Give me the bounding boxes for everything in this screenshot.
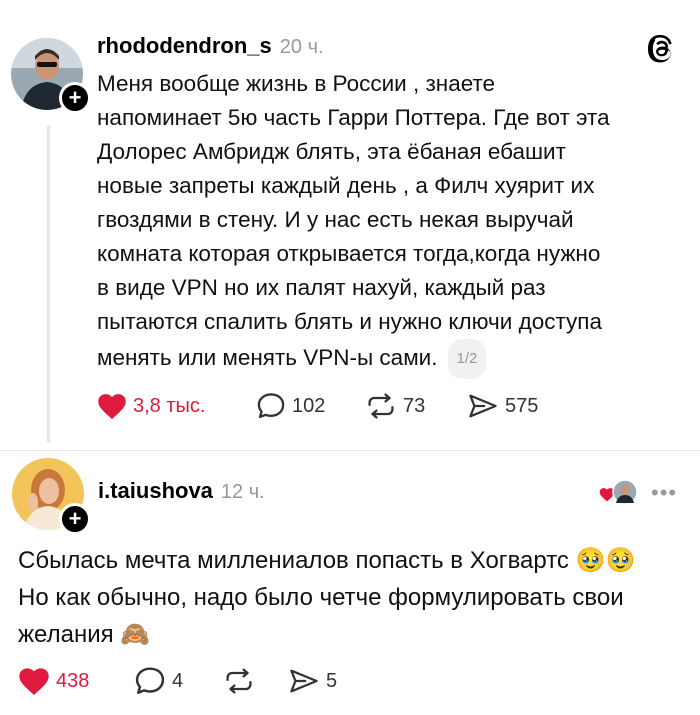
reply-header: i.taiushova 12 ч.	[98, 478, 265, 506]
reply-line: желания 🙈	[18, 621, 151, 648]
comment-icon	[257, 393, 285, 419]
thread-connector-line	[47, 125, 50, 443]
post-line: менять или менять VPN-ы сами.	[97, 345, 438, 370]
reply-line: Сбылась мечта миллениалов попасть в Хогв…	[18, 547, 636, 574]
post-line: комната которая открывается тогда,когда …	[97, 241, 601, 266]
post-username[interactable]: rhododendron_s	[97, 33, 272, 59]
reply-button[interactable]: 102	[256, 392, 325, 420]
follow-plus-icon[interactable]: +	[59, 503, 91, 535]
post-line: Меня вообще жизнь в России , знаете	[97, 71, 496, 96]
post-line: новые запреты каждый день , а Филч хуяри…	[97, 173, 595, 198]
like-count: 3,8 тыс.	[133, 394, 206, 417]
reply-repost-button[interactable]	[223, 666, 261, 696]
post-line-last: менять или менять VPN-ы сами. 1/2	[97, 339, 677, 379]
reply-time: 12 ч.	[220, 481, 265, 503]
post-actions: 3,8 тыс. 102 73 575	[97, 390, 577, 424]
like-button[interactable]: 3,8 тыс.	[97, 392, 205, 420]
post-time: 20 ч.	[279, 36, 324, 58]
post-line: в виде VPN но их палят нахуй, каждый раз	[97, 275, 546, 300]
page-badge[interactable]: 1/2	[447, 339, 487, 379]
share-count: 575	[505, 394, 539, 417]
reply-reply-button[interactable]: 4	[134, 666, 183, 696]
reply-line: Но как обычно, надо было четче формулиро…	[18, 584, 624, 611]
share-icon	[290, 669, 318, 693]
mini-avatar-icon	[612, 479, 638, 505]
reply-like-count: 438	[56, 669, 90, 692]
threads-logo-icon[interactable]	[648, 34, 676, 69]
follow-plus-icon[interactable]: +	[59, 82, 91, 114]
repost-count: 73	[403, 394, 426, 417]
reply-actions: 438 4 5	[18, 664, 418, 698]
heart-icon	[98, 394, 126, 420]
more-icon[interactable]: •••	[651, 480, 677, 506]
reply-count: 102	[292, 394, 326, 417]
reply-share-count: 5	[326, 669, 338, 692]
post-header: rhododendron_s 20 ч.	[97, 33, 324, 61]
reply-body: Сбылась мечта миллениалов попасть в Хогв…	[18, 542, 688, 653]
divider	[0, 450, 700, 451]
repost-icon	[368, 393, 394, 419]
reply-reply-count: 4	[172, 669, 184, 692]
post-line: пытаются спалить блять и нужно ключи дос…	[97, 309, 602, 334]
share-icon	[469, 394, 497, 418]
liked-by-author-badge[interactable]	[599, 477, 641, 507]
reply-share-button[interactable]: 5	[288, 666, 337, 696]
post-body: Меня вообще жизнь в России , знаете напо…	[97, 67, 677, 379]
reply-username[interactable]: i.taiushova	[98, 478, 213, 504]
comment-icon	[135, 667, 165, 694]
post-line: напоминает 5ю часть Гарри Поттера. Где в…	[97, 105, 610, 130]
repost-icon	[226, 668, 252, 694]
post-line: гвоздями в стену. И у нас есть некая выр…	[97, 207, 574, 232]
heart-icon	[19, 668, 49, 695]
reply-like-button[interactable]: 438	[18, 666, 89, 696]
post-line: Долорес Амбридж блять, эта ёбаная ебашит	[97, 139, 566, 164]
repost-button[interactable]: 73	[365, 392, 425, 420]
share-button[interactable]: 575	[467, 392, 538, 420]
